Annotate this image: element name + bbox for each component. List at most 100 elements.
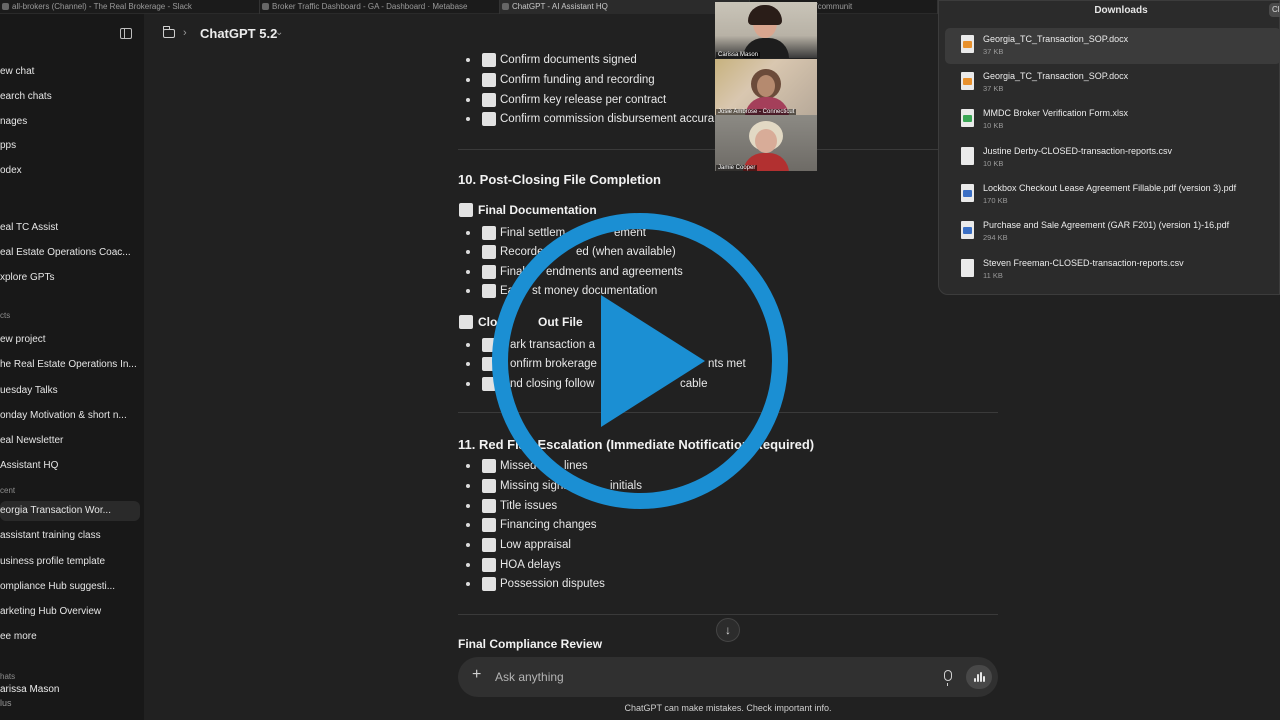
sidebar-item-explore-gpts[interactable]: xplore GPTs <box>0 268 144 288</box>
download-item[interactable]: MMDC Broker Verification Form.xlsx 10 KB <box>945 102 1280 138</box>
xlsx-file-icon <box>961 109 974 127</box>
sidebar-item-search-chats[interactable]: earch chats <box>0 87 144 107</box>
bullet-icon <box>466 382 470 386</box>
sidebar-section-recent: cent <box>0 486 16 495</box>
docx-file-icon <box>961 72 974 90</box>
bullet-icon <box>466 523 470 527</box>
checkbox-icon <box>482 226 496 240</box>
bullet-icon <box>466 231 470 235</box>
sidebar-item-gpt-operations-coach[interactable]: eal Estate Operations Coac... <box>0 243 144 263</box>
sidebar-item-recent-chat[interactable]: assistant training class <box>0 526 144 546</box>
bullet-icon <box>466 504 470 508</box>
checkbox-icon <box>482 479 496 493</box>
voice-mode-icon[interactable] <box>966 665 992 689</box>
downloads-clear-button[interactable]: Cl <box>1269 3 1280 17</box>
video-tile: Jamie Cooper <box>715 115 817 171</box>
checkbox-icon <box>482 459 496 473</box>
sidebar-item-images[interactable]: nages <box>0 112 144 132</box>
video-tile: Josie Ambrose - Connecticut <box>715 59 817 115</box>
downloads-title: Downloads <box>1094 5 1148 16</box>
sidebar-item-new-chat[interactable]: ew chat <box>0 62 144 82</box>
prompt-input[interactable] <box>495 667 915 687</box>
bullet-icon <box>466 250 470 254</box>
video-tile: Carissa Mason <box>715 2 817 58</box>
sidebar-item-gpt-tc-assist[interactable]: eal TC Assist <box>0 218 144 238</box>
arrow-down-icon: ↓ <box>725 623 731 637</box>
csv-file-icon <box>961 259 974 277</box>
browser-tab-metabase[interactable]: Broker Traffic Dashboard - GA - Dashboar… <box>260 0 500 14</box>
checkbox-icon <box>482 112 496 126</box>
chevron-down-icon[interactable]: ⌄ <box>275 27 283 38</box>
scroll-to-bottom-button[interactable]: ↓ <box>716 618 740 642</box>
play-button[interactable] <box>492 213 788 509</box>
participant-hair <box>748 5 782 25</box>
checkbox-icon <box>482 518 496 532</box>
chatgpt-favicon-icon <box>502 3 509 10</box>
downloads-panel: Downloads Cl Georgia_TC_Transaction_SOP.… <box>938 0 1280 295</box>
participant-face <box>757 75 775 97</box>
download-item[interactable]: Georgia_TC_Transaction_SOP.docx 37 KB <box>945 28 1280 64</box>
disclaimer: ChatGPT can make mistakes. Check importa… <box>624 703 832 713</box>
checkbox-icon <box>482 265 496 279</box>
checkbox-icon <box>482 558 496 572</box>
sidebar-item-recent-chat[interactable]: eorgia Transaction Wor... <box>0 501 140 521</box>
browser-tab-slack[interactable]: all-brokers (Channel) - The Real Brokera… <box>0 0 260 14</box>
user-plan: lus <box>0 698 12 708</box>
checkbox-icon <box>482 499 496 513</box>
docx-file-icon <box>961 35 974 53</box>
bullet-icon <box>466 563 470 567</box>
sidebar-section-chats: hats <box>0 672 16 681</box>
checkbox-icon <box>482 577 496 591</box>
folder-icon[interactable] <box>163 26 175 38</box>
download-item[interactable]: Lockbox Checkout Lease Agreement Fillabl… <box>945 177 1280 213</box>
pdf-file-icon <box>961 221 974 239</box>
sidebar-toggle-icon[interactable] <box>120 28 132 39</box>
sidebar-item-project[interactable]: eal Newsletter <box>0 431 144 451</box>
browser-tab-chatgpt[interactable]: ChatGPT - AI Assistant HQ <box>500 0 750 14</box>
plus-icon[interactable]: + <box>472 666 481 684</box>
sidebar-item-project[interactable]: uesday Talks <box>0 381 144 401</box>
chevron-right-icon: › <box>183 27 187 39</box>
bullet-icon <box>466 98 470 102</box>
download-item[interactable]: Steven Freeman-CLOSED-transaction-report… <box>945 252 1280 288</box>
checkbox-icon <box>482 93 496 107</box>
bullet-icon <box>466 289 470 293</box>
bullet-icon <box>466 362 470 366</box>
checkbox-icon <box>482 73 496 87</box>
sidebar-item-new-project[interactable]: ew project <box>0 330 144 350</box>
sidebar-item-recent-chat[interactable]: ompliance Hub suggesti... <box>0 577 144 597</box>
sidebar-section-projects: cts <box>0 311 11 320</box>
sidebar-item-project[interactable]: he Real Estate Operations In... <box>0 355 144 375</box>
pdf-file-icon <box>961 184 974 202</box>
divider <box>458 614 998 615</box>
user-name[interactable]: arissa Mason <box>0 684 59 695</box>
participant-face <box>755 129 777 153</box>
slack-favicon-icon <box>2 3 9 10</box>
sidebar-item-recent-chat[interactable]: usiness profile template <box>0 552 144 572</box>
checkbox-icon <box>459 203 473 217</box>
section-heading: 10. Post-Closing File Completion <box>458 172 661 187</box>
sidebar-item-project[interactable]: onday Motivation & short n... <box>0 406 144 426</box>
bullet-icon <box>466 484 470 488</box>
section-heading: Final Compliance Review <box>458 637 603 651</box>
model-selector[interactable]: ChatGPT 5.2 <box>200 26 277 41</box>
play-icon <box>601 295 705 427</box>
bullet-icon <box>466 582 470 586</box>
composer: + <box>458 657 998 697</box>
bullet-icon <box>466 343 470 347</box>
sidebar-item-codex[interactable]: odex <box>0 161 144 181</box>
sidebar-item-see-more[interactable]: ee more <box>0 627 144 647</box>
bullet-icon <box>466 270 470 274</box>
download-item[interactable]: Georgia_TC_Transaction_SOP.docx 37 KB <box>945 65 1280 101</box>
download-item[interactable]: Justine Derby-CLOSED-transaction-reports… <box>945 140 1280 176</box>
checkbox-icon <box>482 284 496 298</box>
bullet-icon <box>466 117 470 121</box>
sidebar-item-recent-chat[interactable]: arketing Hub Overview <box>0 602 144 622</box>
mic-icon[interactable] <box>944 670 952 686</box>
bullet-icon <box>466 543 470 547</box>
download-item[interactable]: Purchase and Sale Agreement (GAR F201) (… <box>945 214 1280 250</box>
sidebar-item-apps[interactable]: pps <box>0 136 144 156</box>
checkbox-icon <box>482 53 496 67</box>
sidebar-item-project[interactable]: Assistant HQ <box>0 456 144 476</box>
bullet-icon <box>466 464 470 468</box>
